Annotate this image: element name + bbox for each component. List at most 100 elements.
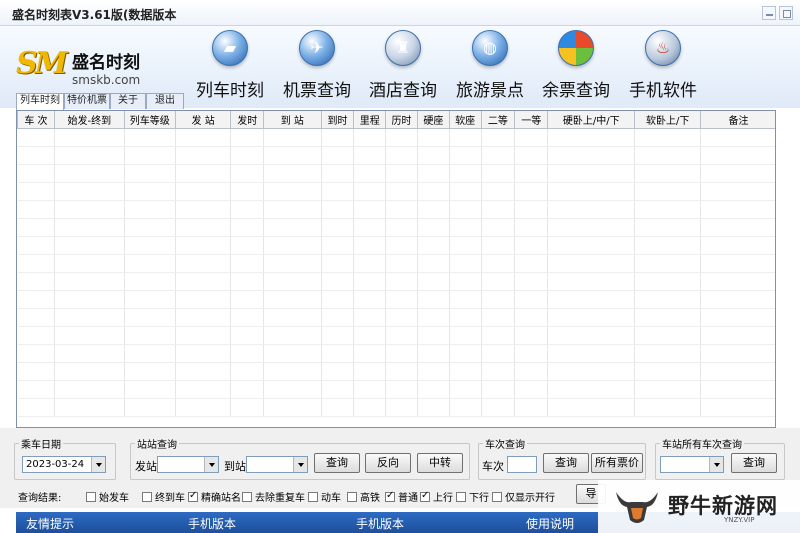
nav-ticket-availability[interactable]: 余票查询	[532, 30, 620, 104]
table-cell[interactable]	[230, 362, 265, 381]
table-cell[interactable]	[634, 380, 701, 399]
table-cell[interactable]	[700, 200, 775, 219]
filter-checkbox[interactable]: 精确站名	[188, 489, 241, 504]
table-cell[interactable]	[175, 290, 232, 309]
table-cell[interactable]	[263, 128, 322, 147]
table-cell[interactable]	[449, 290, 482, 309]
table-row[interactable]	[17, 380, 775, 399]
table-cell[interactable]	[700, 182, 775, 201]
table-cell[interactable]	[634, 164, 701, 183]
table-cell[interactable]	[547, 398, 636, 417]
table-cell[interactable]	[175, 236, 232, 255]
table-cell[interactable]	[385, 380, 418, 399]
table-cell[interactable]	[353, 128, 387, 147]
table-cell[interactable]	[263, 182, 322, 201]
table-cell[interactable]	[481, 164, 516, 183]
checkbox-checked-icon[interactable]	[420, 490, 430, 502]
table-cell[interactable]	[417, 398, 450, 417]
table-cell[interactable]	[700, 308, 775, 327]
table-cell[interactable]	[700, 164, 775, 183]
table-cell[interactable]	[417, 344, 450, 363]
table-cell[interactable]	[481, 128, 516, 147]
table-cell[interactable]	[514, 362, 549, 381]
table-cell[interactable]	[514, 128, 549, 147]
table-cell[interactable]	[547, 380, 636, 399]
filter-checkbox[interactable]: 下行	[456, 489, 489, 504]
column-header[interactable]: 发时	[230, 111, 265, 129]
status-mobile-link-2[interactable]: 手机版本	[356, 515, 404, 532]
column-header[interactable]: 软座	[448, 111, 482, 129]
table-cell[interactable]	[54, 128, 125, 147]
table-cell[interactable]	[353, 236, 387, 255]
table-cell[interactable]	[321, 182, 355, 201]
column-header[interactable]: 里程	[353, 111, 387, 129]
table-cell[interactable]	[263, 290, 322, 309]
table-cell[interactable]	[547, 254, 636, 273]
reverse-button[interactable]: 反向	[365, 453, 411, 473]
table-cell[interactable]	[353, 254, 387, 273]
table-cell[interactable]	[385, 398, 418, 417]
table-cell[interactable]	[417, 146, 450, 165]
table-cell[interactable]	[124, 272, 176, 291]
table-cell[interactable]	[175, 146, 232, 165]
table-row[interactable]	[17, 146, 775, 165]
table-cell[interactable]	[514, 272, 549, 291]
table-cell[interactable]	[547, 362, 636, 381]
table-cell[interactable]	[481, 272, 516, 291]
table-cell[interactable]	[700, 344, 775, 363]
table-cell[interactable]	[634, 182, 701, 201]
table-cell[interactable]	[547, 344, 636, 363]
table-cell[interactable]	[385, 236, 418, 255]
table-row[interactable]	[17, 218, 775, 237]
table-cell[interactable]	[514, 326, 549, 345]
table-row[interactable]	[17, 182, 775, 201]
table-cell[interactable]	[17, 308, 55, 327]
table-cell[interactable]	[353, 362, 387, 381]
table-cell[interactable]	[230, 290, 265, 309]
train-number-input[interactable]	[507, 456, 537, 473]
checkbox-icon[interactable]	[347, 492, 357, 502]
table-cell[interactable]	[17, 272, 55, 291]
checkbox-checked-icon[interactable]	[385, 490, 395, 502]
table-cell[interactable]	[124, 344, 176, 363]
table-row[interactable]	[17, 164, 775, 183]
table-cell[interactable]	[230, 218, 265, 237]
table-cell[interactable]	[417, 182, 450, 201]
table-cell[interactable]	[634, 398, 701, 417]
column-header[interactable]: 一等	[514, 111, 549, 129]
table-cell[interactable]	[124, 236, 176, 255]
maximize-button[interactable]	[779, 6, 793, 20]
table-cell[interactable]	[54, 398, 125, 417]
table-cell[interactable]	[481, 308, 516, 327]
table-cell[interactable]	[263, 254, 322, 273]
tab-train-schedule[interactable]: 列车时刻	[16, 93, 64, 110]
table-cell[interactable]	[353, 146, 387, 165]
table-cell[interactable]	[175, 182, 232, 201]
table-cell[interactable]	[17, 146, 55, 165]
table-cell[interactable]	[634, 200, 701, 219]
column-header[interactable]: 二等	[480, 111, 516, 129]
table-cell[interactable]	[263, 218, 322, 237]
table-cell[interactable]	[54, 308, 125, 327]
table-cell[interactable]	[175, 326, 232, 345]
table-cell[interactable]	[54, 200, 125, 219]
table-cell[interactable]	[514, 308, 549, 327]
table-cell[interactable]	[175, 200, 232, 219]
column-header[interactable]: 车 次	[17, 111, 55, 129]
tab-exit[interactable]: 退出	[146, 93, 184, 109]
column-header[interactable]: 到时	[320, 111, 355, 129]
table-cell[interactable]	[321, 146, 355, 165]
table-cell[interactable]	[481, 380, 516, 399]
table-cell[interactable]	[481, 236, 516, 255]
table-cell[interactable]	[175, 344, 232, 363]
table-cell[interactable]	[481, 200, 516, 219]
table-cell[interactable]	[353, 218, 387, 237]
table-cell[interactable]	[514, 344, 549, 363]
column-header[interactable]: 软卧上/下	[634, 111, 701, 129]
table-cell[interactable]	[514, 200, 549, 219]
table-cell[interactable]	[417, 308, 450, 327]
checkbox-checked-icon[interactable]	[188, 490, 198, 502]
table-cell[interactable]	[17, 362, 55, 381]
table-cell[interactable]	[54, 290, 125, 309]
table-cell[interactable]	[547, 128, 636, 147]
